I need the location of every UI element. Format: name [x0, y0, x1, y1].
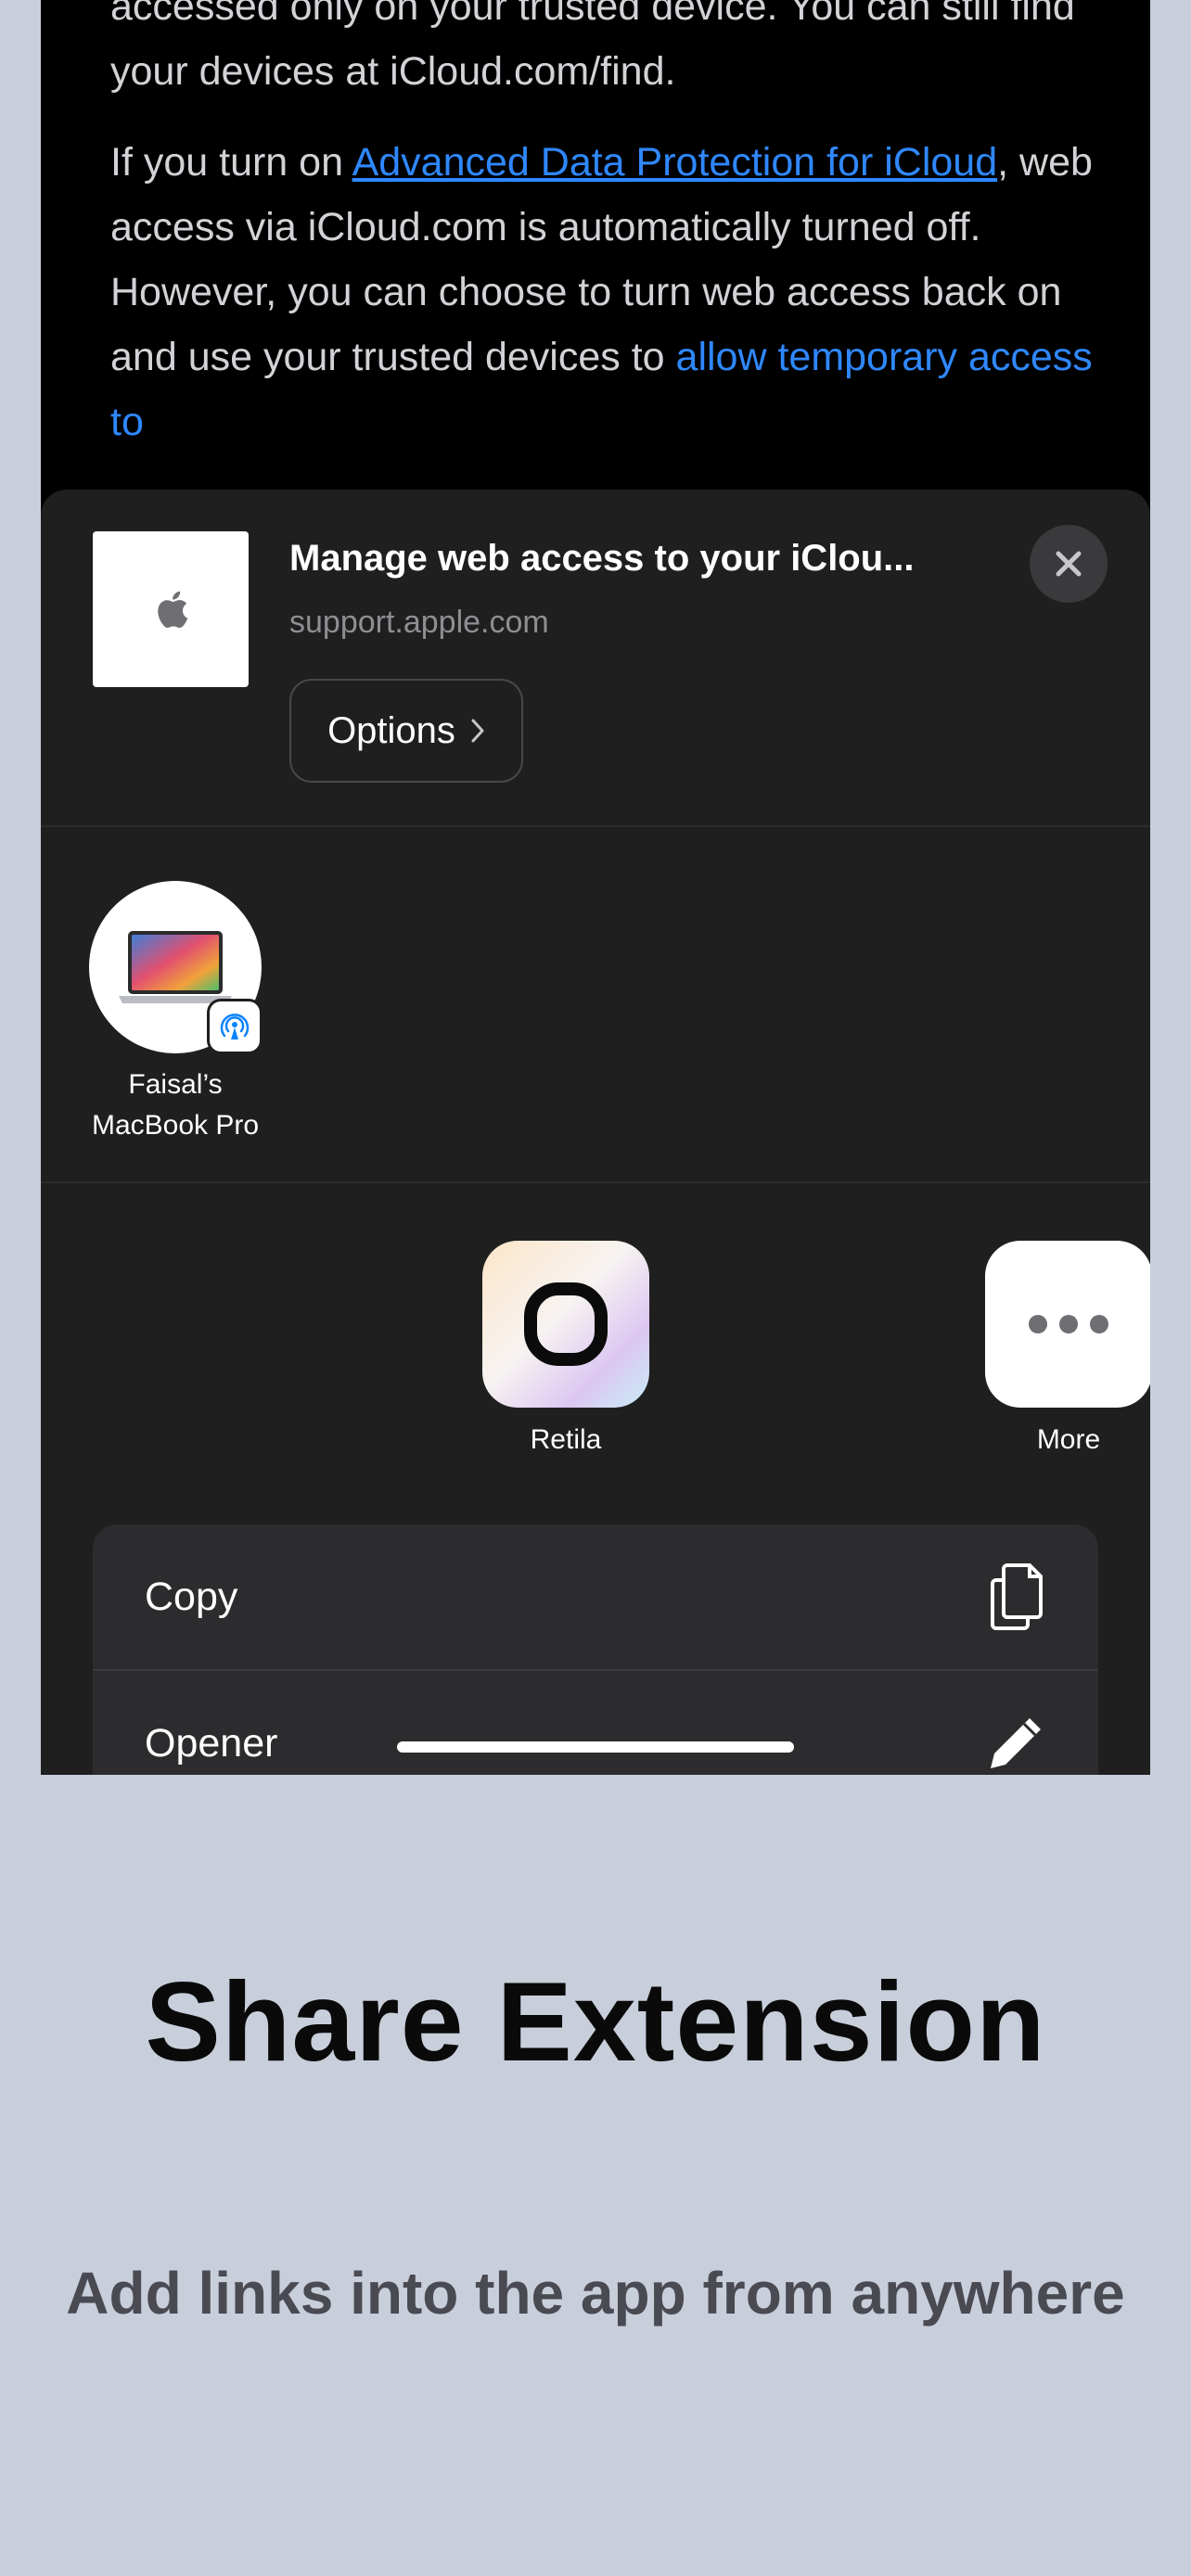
device-name-line2: MacBook Pro: [91, 1110, 260, 1141]
promo-subtitle: Add links into the app from anywhere: [66, 2260, 1125, 2327]
more-apps-label: More: [1036, 1424, 1101, 1455]
more-apps-button[interactable]: [985, 1241, 1150, 1408]
more-icon: [1029, 1315, 1108, 1333]
divider: [41, 825, 1150, 827]
close-icon: [1056, 551, 1082, 577]
apple-logo-icon: [158, 591, 188, 629]
share-page-title: Manage web access to your iClou...: [289, 538, 915, 579]
macbook-avatar: [89, 881, 262, 1053]
chevron-right-icon: [471, 719, 484, 743]
retila-app-button[interactable]: [482, 1241, 649, 1408]
retila-app-label: Retila: [530, 1424, 602, 1455]
article-content: accessed only on your trusted device. Yo…: [110, 0, 1094, 480]
phone-screen: accessed only on your trusted device. Yo…: [41, 0, 1150, 1775]
divider: [41, 1181, 1150, 1183]
opener-action[interactable]: Opener: [93, 1671, 1098, 1775]
page-thumbnail: [93, 531, 249, 687]
options-button[interactable]: Options: [289, 679, 523, 783]
close-button[interactable]: [1030, 525, 1108, 603]
pencil-icon: [991, 1718, 1041, 1768]
promo-title: Share Extension: [145, 1958, 1046, 2085]
article-paragraph-2: If you turn on Advanced Data Protection …: [110, 130, 1094, 454]
share-page-url: support.apple.com: [289, 605, 549, 640]
device-name-line1: Faisal’s: [128, 1069, 223, 1100]
copy-action[interactable]: Copy: [93, 1524, 1098, 1669]
airdrop-device[interactable]: Faisal’s MacBook Pro: [89, 881, 262, 1141]
copy-label: Copy: [145, 1574, 238, 1619]
opener-label: Opener: [145, 1720, 278, 1766]
options-label: Options: [327, 709, 455, 751]
share-sheet: Manage web access to your iClou... suppo…: [41, 490, 1150, 1775]
article-paragraph-1: accessed only on your trusted device. Yo…: [110, 0, 1075, 94]
copy-icon: [991, 1563, 1043, 1630]
macbook-icon: [119, 931, 232, 1003]
device-name: Faisal’s MacBook Pro: [89, 1065, 262, 1146]
actions-list: Copy Opener: [93, 1524, 1098, 1775]
advanced-data-protection-link[interactable]: Advanced Data Protection for iCloud: [352, 140, 998, 185]
airdrop-badge: [210, 1001, 260, 1052]
airdrop-icon: [220, 1014, 250, 1039]
paragraph-text: If you turn on: [110, 140, 352, 185]
retila-app-icon: [524, 1282, 608, 1366]
home-indicator[interactable]: [397, 1741, 794, 1753]
